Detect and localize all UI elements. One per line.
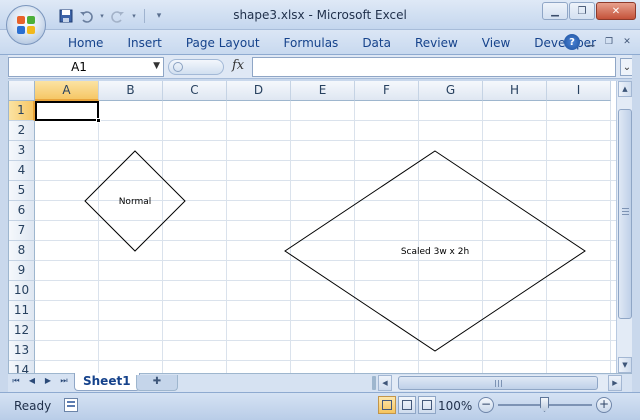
- view-buttons: [378, 396, 436, 414]
- vertical-scrollbar[interactable]: ▲ ▼: [616, 81, 632, 373]
- tab-split-handle[interactable]: [372, 376, 376, 390]
- window-frame-left: [0, 55, 8, 392]
- page-layout-view-icon: [402, 400, 412, 410]
- prev-sheet-icon[interactable]: ◀: [26, 376, 38, 386]
- status-bar: Ready 100% − +: [0, 392, 640, 420]
- tab-view[interactable]: View: [470, 35, 522, 53]
- macro-recording-icon[interactable]: [64, 398, 78, 412]
- title-bar: ▾ ▾ ▾ shape3.xlsx - Microsoft Excel ▁ ❐ …: [0, 0, 640, 30]
- formula-input[interactable]: [252, 57, 616, 77]
- scroll-right-arrow-icon[interactable]: ▶: [608, 375, 622, 391]
- next-sheet-icon[interactable]: ▶: [42, 376, 54, 386]
- ribbon-right-controls: ? ▁ ❐ ✕: [564, 34, 634, 50]
- page-layout-view-button[interactable]: [398, 396, 416, 414]
- vertical-scroll-thumb[interactable]: [618, 109, 632, 319]
- sheet-navigation: ⏮ ◀ ▶ ⏭: [10, 376, 70, 386]
- help-icon[interactable]: ?: [564, 34, 580, 50]
- zoom-in-button[interactable]: +: [596, 397, 612, 413]
- zoom-level[interactable]: 100%: [438, 399, 472, 413]
- horizontal-scrollbar[interactable]: ◀ ▶: [378, 375, 622, 391]
- sheet-tab-bar: ⏮ ◀ ▶ ⏭ Sheet1 ✚ ◀ ▶: [8, 373, 632, 392]
- ribbon-tabs: Home Insert Page Layout Formulas Data Re…: [56, 35, 608, 53]
- formula-bar: A1 ▼ fx ⌄: [0, 55, 640, 79]
- tab-data[interactable]: Data: [350, 35, 403, 53]
- status-text: Ready: [14, 399, 52, 413]
- zoom-out-button[interactable]: −: [478, 397, 494, 413]
- tab-formulas[interactable]: Formulas: [272, 35, 351, 53]
- scroll-up-arrow-icon[interactable]: ▲: [618, 81, 632, 97]
- scroll-left-arrow-icon[interactable]: ◀: [378, 375, 392, 391]
- office-logo-icon: [17, 16, 35, 34]
- shapes-layer: Normal Scaled 3w x 2h: [84, 150, 586, 352]
- insert-function-icon[interactable]: fx: [232, 58, 244, 73]
- scroll-down-arrow-icon[interactable]: ▼: [618, 357, 632, 373]
- close-button[interactable]: ✕: [596, 2, 636, 20]
- tab-page-layout[interactable]: Page Layout: [174, 35, 272, 53]
- tab-home[interactable]: Home: [56, 35, 115, 53]
- name-box-value: A1: [71, 60, 87, 74]
- minimize-button[interactable]: ▁: [542, 2, 568, 20]
- name-box[interactable]: A1 ▼: [8, 57, 164, 77]
- workbook-close-icon[interactable]: ✕: [620, 35, 634, 49]
- tab-insert[interactable]: Insert: [115, 35, 173, 53]
- normal-view-icon: [382, 400, 392, 410]
- formula-resize-handle[interactable]: [168, 59, 224, 75]
- workbook-restore-icon[interactable]: ❐: [602, 35, 616, 49]
- sheet-tab-sheet1[interactable]: Sheet1: [74, 373, 140, 391]
- zoom-slider-thumb[interactable]: [540, 397, 549, 412]
- window-controls: ▁ ❐ ✕: [542, 2, 636, 20]
- window-frame-right: [632, 55, 640, 392]
- office-button[interactable]: [6, 5, 46, 45]
- normal-view-button[interactable]: [378, 396, 396, 414]
- tab-review[interactable]: Review: [403, 35, 470, 53]
- workbook-minimize-icon[interactable]: ▁: [584, 35, 598, 49]
- ribbon: Home Insert Page Layout Formulas Data Re…: [0, 30, 640, 55]
- page-break-view-icon: [422, 400, 432, 410]
- shape-label-normal: Normal: [119, 197, 152, 207]
- last-sheet-icon[interactable]: ⏭: [58, 376, 70, 386]
- page-break-view-button[interactable]: [418, 396, 436, 414]
- first-sheet-icon[interactable]: ⏮: [10, 376, 22, 386]
- shape-label-scaled: Scaled 3w x 2h: [401, 247, 469, 257]
- chevron-down-icon[interactable]: ▼: [153, 61, 160, 71]
- insert-worksheet-icon[interactable]: ✚: [136, 375, 178, 391]
- worksheet-grid[interactable]: ABCDEFGHI 1 2 3 4 5 6 7 8 9 10 11 12 13 14 Normal Sca…: [8, 81, 616, 373]
- maximize-button[interactable]: ❐: [569, 2, 595, 20]
- formula-controls: fx: [168, 57, 252, 77]
- horizontal-scroll-thumb[interactable]: [398, 376, 598, 390]
